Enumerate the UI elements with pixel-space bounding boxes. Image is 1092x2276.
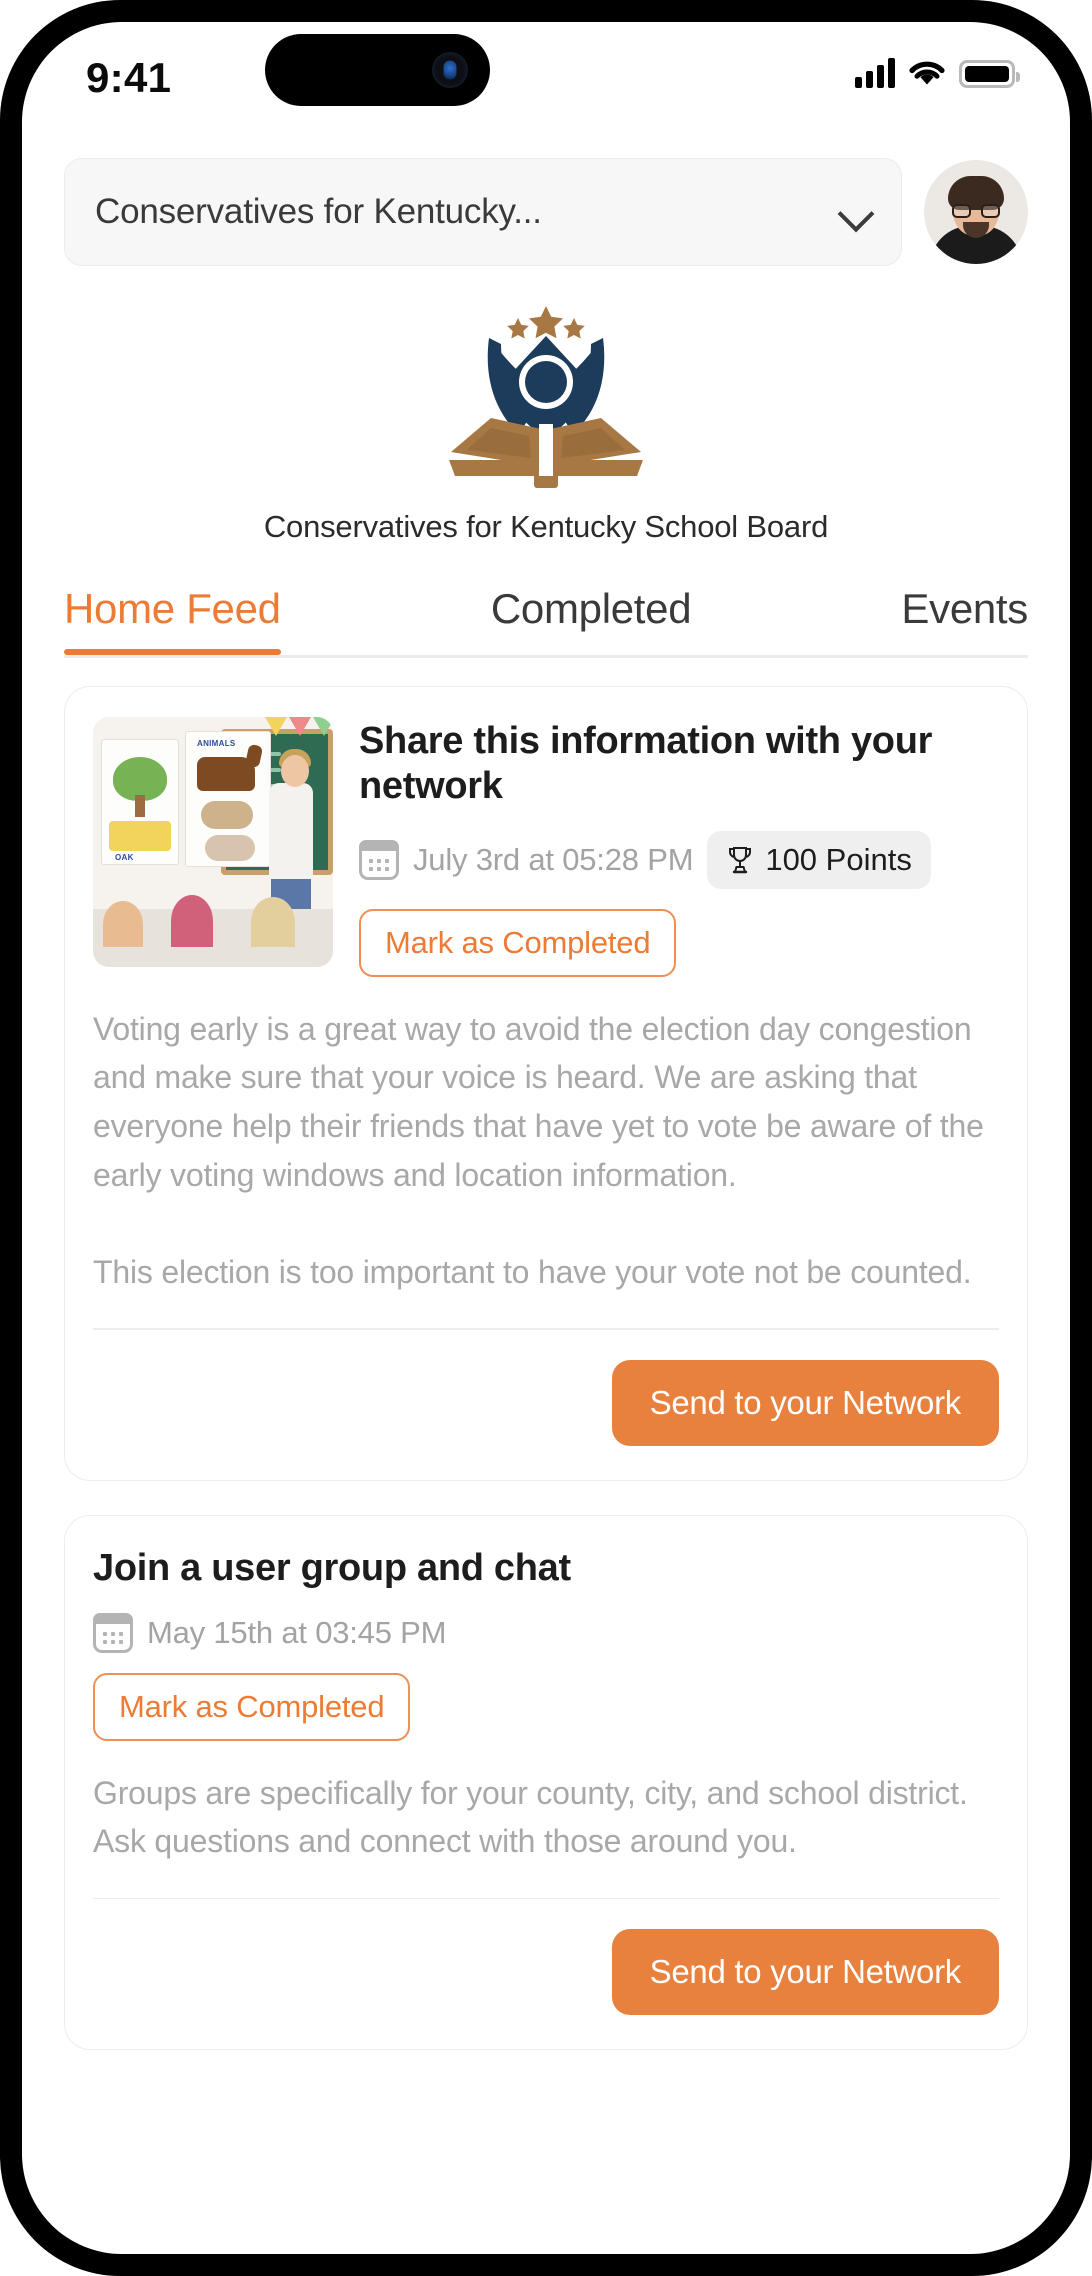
mark-as-completed-button[interactable]: Mark as Completed [359, 908, 677, 977]
send-to-network-button[interactable]: Send to your Network [611, 1929, 999, 2016]
avatar[interactable] [924, 160, 1028, 264]
top-bar: Conservatives for Kentucky... [22, 132, 1070, 266]
classroom-photo: OAK ANIMALS [93, 717, 333, 967]
organization-selector[interactable]: Conservatives for Kentucky... [64, 158, 902, 266]
status-bar-indicators [855, 58, 1020, 88]
trophy-icon [726, 845, 754, 875]
tab-home-feed[interactable]: Home Feed [64, 585, 281, 655]
points-badge: 100 Points [707, 830, 931, 889]
mark-as-completed-button[interactable]: Mark as Completed [93, 1672, 411, 1741]
dynamic-island [265, 34, 490, 106]
feed-card-date: July 3rd at 05:28 PM [413, 841, 694, 877]
chevron-down-icon [841, 197, 871, 227]
points-value: 100 Points [765, 841, 912, 877]
phone-frame: 9:41 Conservatives for Kentucky... Conse… [0, 0, 1092, 2276]
wifi-icon [908, 60, 946, 88]
feed-card-header: OAK ANIMALS Share this information with … [93, 717, 999, 977]
feed-card: OAK ANIMALS Share this information with … [64, 686, 1028, 1481]
feed-card-title: Join a user group and chat [93, 1546, 571, 1589]
calendar-icon [359, 839, 399, 880]
status-bar: 9:41 [22, 22, 1070, 132]
feed-card-meta: July 3rd at 05:28 PM 100 Points [359, 830, 999, 889]
status-bar-time: 9:41 [86, 54, 172, 101]
battery-full-icon [959, 60, 1020, 88]
branding-block: Conservatives for Kentucky School Board [22, 300, 1070, 545]
tab-events[interactable]: Events [901, 585, 1028, 655]
avatar-glasses [952, 204, 1000, 218]
poster-label-animals: ANIMALS [197, 739, 236, 748]
phone-screen: 9:41 Conservatives for Kentucky... Conse… [22, 22, 1070, 2254]
tab-bar: Home Feed Completed Events [22, 585, 1070, 655]
school-board-logo [431, 300, 661, 495]
feed-card-title: Share this information with your network [359, 720, 933, 807]
cellular-signal-icon [855, 58, 895, 88]
feed-card: Join a user group and chat May 15th at 0… [64, 1514, 1028, 2051]
calendar-icon [93, 1612, 133, 1653]
tab-completed[interactable]: Completed [491, 585, 692, 655]
poster-label-oak: OAK [115, 853, 134, 862]
send-to-network-button[interactable]: Send to your Network [611, 1359, 999, 1446]
organization-name: Conservatives for Kentucky School Board [263, 509, 829, 544]
home-feed-list: OAK ANIMALS Share this information with … [22, 658, 1070, 2051]
organization-selector-value: Conservatives for Kentucky... [95, 192, 542, 231]
front-camera-icon [432, 52, 468, 88]
feed-card-body-text: Voting early is a great way to avoid the… [93, 1010, 984, 1290]
feed-card-body-text: Groups are specifically for your county,… [93, 1774, 968, 1860]
feed-card-date: May 15th at 03:45 PM [147, 1614, 447, 1650]
feed-card-meta: May 15th at 03:45 PM [93, 1612, 999, 1653]
